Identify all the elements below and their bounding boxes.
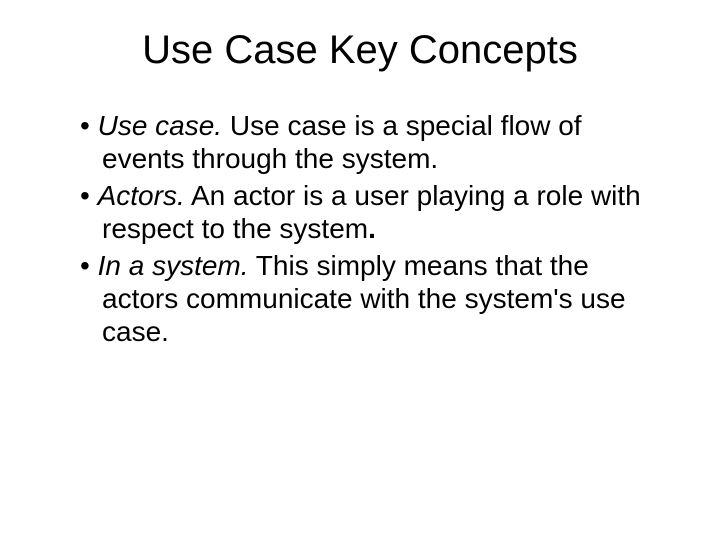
- list-item: In a system. This simply means that the …: [80, 249, 660, 348]
- list-item: Use case. Use case is a special flow of …: [80, 109, 660, 175]
- bullet-term: In a system.: [98, 250, 249, 281]
- list-item: Actors. An actor is a user playing a rol…: [80, 179, 660, 245]
- slide-title: Use Case Key Concepts: [50, 28, 670, 73]
- slide: Use Case Key Concepts Use case. Use case…: [0, 0, 720, 540]
- bullet-term: Use case.: [98, 110, 223, 141]
- bullet-list: Use case. Use case is a special flow of …: [50, 109, 670, 348]
- bullet-term: Actors.: [98, 180, 185, 211]
- bullet-dot: .: [368, 213, 376, 244]
